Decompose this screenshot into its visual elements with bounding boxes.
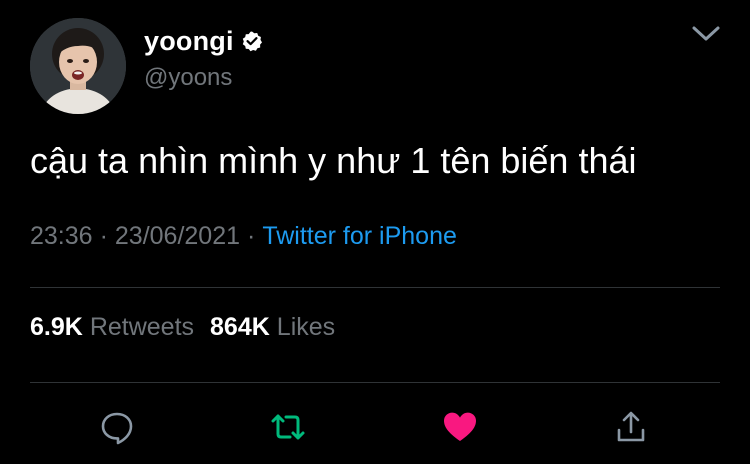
divider [30,382,720,383]
avatar-image [30,18,126,114]
tweet-card: yoongi @yoons cậu ta nhìn mình y như 1 t… [0,0,750,464]
retweets-stat[interactable]: 6.9K Retweets [30,313,194,342]
tweet-meta: 23:36 · 23/06/2021 · Twitter for iPhone [30,222,457,251]
author-display-name[interactable]: yoongi [144,26,234,57]
author-handle[interactable]: @yoons [144,64,232,92]
avatar[interactable] [30,18,126,114]
reply-icon [101,412,133,445]
like-button[interactable] [441,408,479,446]
tweet-text: cậu ta nhìn mình y như 1 tên biến thái [30,140,637,181]
likes-label: Likes [276,313,336,341]
retweet-icon [271,414,305,440]
tweet-source-link[interactable]: Twitter for iPhone [262,222,457,251]
tweet-date[interactable]: 23/06/2021 [115,222,240,251]
verified-badge-icon [241,30,263,52]
more-options-button[interactable] [690,22,722,46]
heart-icon [444,412,476,441]
likes-count: 864K [210,313,270,341]
share-button[interactable] [612,408,650,446]
tweet-stats: 6.9K Retweets 864K Likes [30,313,335,342]
retweets-count: 6.9K [30,313,83,341]
meta-separator: · [247,222,256,250]
tweet-time[interactable]: 23:36 [30,222,93,251]
chevron-down-icon [692,26,720,41]
divider [30,287,720,288]
retweet-button[interactable] [269,408,307,446]
retweets-label: Retweets [89,313,195,341]
author-name-row[interactable]: yoongi [144,24,263,58]
reply-button[interactable] [98,408,136,446]
meta-separator: · [99,222,108,250]
share-icon [617,411,645,442]
tweet-actions [0,404,750,450]
likes-stat[interactable]: 864K Likes [210,313,335,342]
